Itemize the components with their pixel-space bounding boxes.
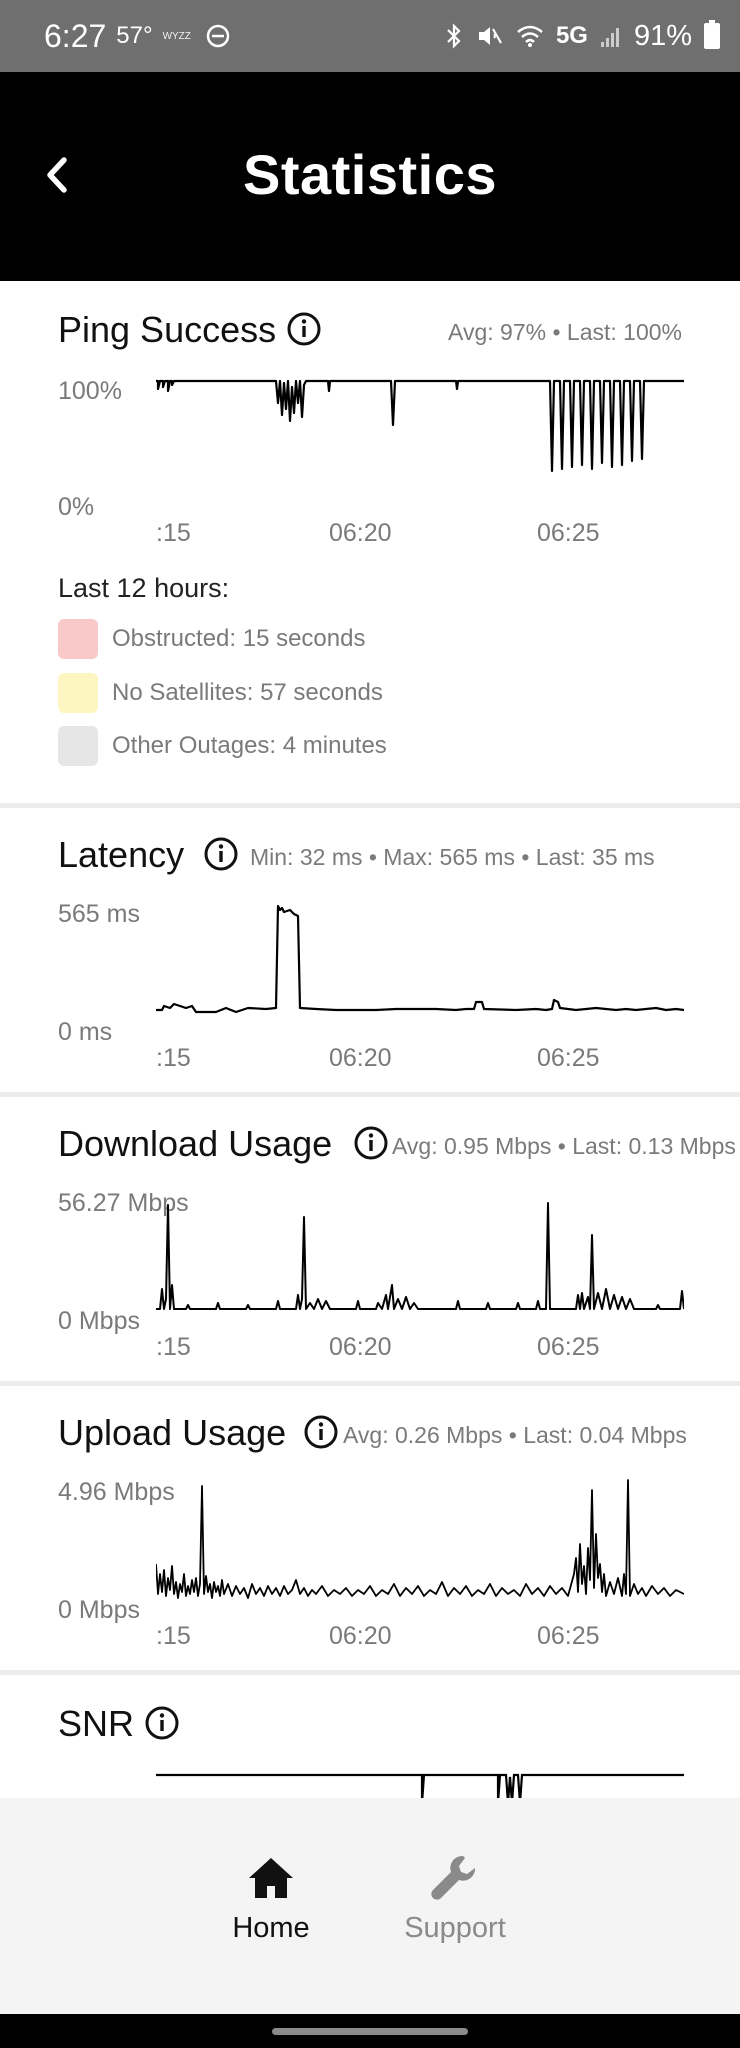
ping-summary: Avg: 97% • Last: 100% [448,319,682,345]
snr-line [156,1773,684,1798]
legend-other-outages: Other Outages: 4 minutes [58,726,387,766]
ping-y-max: 100% [58,377,122,405]
no-satellites-swatch [58,673,98,713]
download-chart [156,1202,684,1310]
info-icon[interactable] [203,836,239,872]
download-summary: Avg: 0.95 Mbps • Last: 0.13 Mbps [392,1133,736,1159]
upload-line [156,1479,684,1599]
upload-x-tick: :15 [156,1622,191,1650]
download-x-tick: :15 [156,1333,191,1361]
latency-line [156,904,684,1014]
legend-title: Last 12 hours: [58,573,230,603]
latency-title: Latency [58,834,185,875]
download-title: Download Usage [58,1123,333,1164]
latency-section: Latency Min: 32 ms • Max: 565 ms • Last:… [0,808,740,1092]
ping-x-tick: :15 [156,519,191,547]
latency-x-tick: :15 [156,1044,191,1072]
battery-icon [704,20,720,49]
status-bar: 6:27 57° WYZZ 5G 91% [0,0,740,72]
download-line [156,1202,684,1310]
do-not-disturb-icon [206,24,230,48]
battery-percent: 91% [633,19,692,52]
snr-section: SNR [0,1675,740,1798]
nav-support[interactable]: Support [385,1852,525,1945]
info-icon[interactable] [286,311,322,347]
download-x-tick: 06:20 [329,1333,392,1361]
page-title: Statistics [243,143,497,206]
nav-support-label: Support [404,1912,506,1944]
nav-home-label: Home [232,1912,310,1944]
legend-obstructed-label: Obstructed: 15 seconds [112,625,366,652]
ping-success-section: Ping Success Avg: 97% • Last: 100% 100% … [0,281,740,803]
info-icon[interactable] [303,1414,339,1450]
upload-x-tick: 06:20 [329,1622,392,1650]
info-icon[interactable] [144,1705,180,1741]
legend-obstructed: Obstructed: 15 seconds [58,619,365,659]
home-icon [249,1858,293,1898]
download-usage-section: Download Usage Avg: 0.95 Mbps • Last: 0.… [0,1097,740,1381]
wrench-icon [431,1855,476,1900]
wifi-icon [517,25,543,47]
bottom-navigation: Home Support [0,1798,740,2014]
mute-icon [478,27,502,45]
ping-success-line [156,379,684,473]
ping-x-tick: 06:20 [329,519,392,547]
app-bar: Statistics [0,72,740,281]
home-indicator[interactable] [272,2028,468,2035]
info-icon[interactable] [353,1125,389,1161]
upload-y-min: 0 Mbps [58,1596,140,1624]
ping-x-tick: 06:25 [537,519,600,547]
status-right: 5G 91% [444,20,720,53]
upload-chart [156,1479,684,1599]
snr-title: SNR [58,1703,135,1744]
ping-success-title: Ping Success [58,309,277,350]
nav-home[interactable]: Home [201,1852,341,1945]
latency-y-min: 0 ms [58,1018,113,1046]
latency-summary: Min: 32 ms • Max: 565 ms • Last: 35 ms [250,844,655,870]
latency-x-tick: 06:25 [537,1044,600,1072]
status-temperature: 57° [116,22,153,49]
latency-y-max: 565 ms [58,900,140,928]
obstructed-swatch [58,619,98,659]
legend-no-satellites: No Satellites: 57 seconds [58,673,383,713]
download-x-tick: 06:25 [537,1333,600,1361]
upload-title: Upload Usage [58,1412,287,1453]
status-carrier: WYZZ [162,30,191,42]
snr-chart [156,1773,684,1798]
latency-x-tick: 06:20 [329,1044,392,1072]
gesture-bar [0,2014,740,2048]
legend-no-satellites-label: No Satellites: 57 seconds [112,679,383,706]
signal-icon [600,28,619,47]
status-time: 6:27 [44,17,107,54]
upload-x-tick: 06:25 [537,1622,600,1650]
download-y-min: 0 Mbps [58,1307,140,1335]
ping-success-chart [156,379,684,473]
ping-y-min: 0% [58,493,95,521]
upload-usage-section: Upload Usage Avg: 0.26 Mbps • Last: 0.04… [0,1386,740,1670]
network-type: 5G [555,22,588,49]
latency-chart [156,904,684,1014]
other-outages-swatch [58,726,98,766]
bluetooth-icon [447,23,461,49]
upload-summary: Avg: 0.26 Mbps • Last: 0.04 Mbps [343,1422,687,1448]
legend-other-outages-label: Other Outages: 4 minutes [112,732,387,759]
